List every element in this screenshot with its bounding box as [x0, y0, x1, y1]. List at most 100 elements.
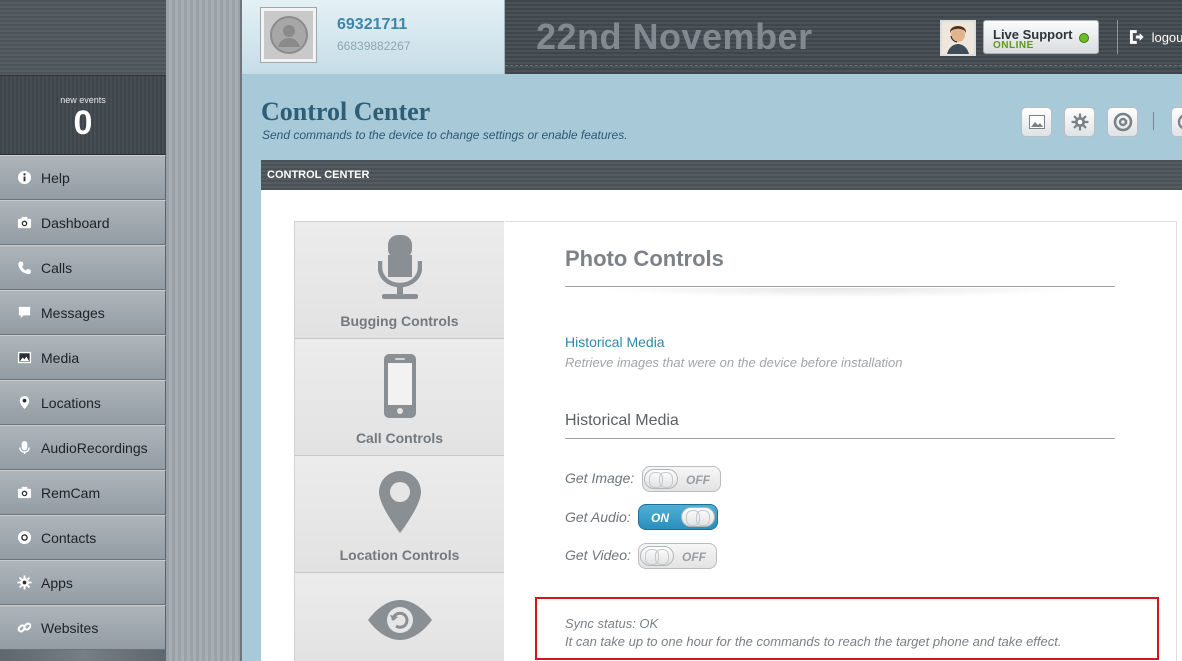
- logout-icon: [1129, 30, 1144, 44]
- gear-icon: [16, 575, 32, 591]
- sidebar-item-label: Contacts: [41, 529, 97, 546]
- sidebar-item-contacts[interactable]: Contacts: [0, 515, 166, 560]
- sidebar-item-label: Calls: [41, 259, 73, 276]
- toggle-state: OFF: [682, 550, 706, 564]
- avatar: [261, 8, 316, 62]
- get-video-label: Get Video:: [565, 547, 631, 563]
- image-icon: [16, 350, 32, 366]
- sync-status-text: Sync status: OK: [565, 616, 659, 631]
- sidebar-item-label: Media: [41, 349, 80, 366]
- control-panel: Bugging Controls Call Controls Location …: [261, 190, 1182, 661]
- sidebar-item-websites[interactable]: Websites: [0, 605, 166, 650]
- get-audio-toggle[interactable]: ON: [638, 504, 718, 530]
- get-image-toggle[interactable]: OFF: [642, 466, 721, 492]
- photo-controls-panel: Photo Controls Historical Media Retrieve…: [505, 221, 1177, 661]
- microphone-icon: [16, 440, 32, 456]
- toggle-knob: [644, 469, 678, 489]
- tab-label: Call Controls: [355, 430, 444, 446]
- toolbar-media-button[interactable]: [1021, 107, 1052, 137]
- historical-media-description: Retrieve images that were on the device …: [565, 355, 903, 370]
- brand-area: [0, 0, 166, 76]
- live-support-status: ONLINE: [993, 40, 1034, 51]
- logout-label: logout: [1151, 29, 1182, 45]
- sidebar-item-remcam[interactable]: RemCam: [0, 470, 166, 515]
- sidebar-item-locations[interactable]: Locations: [0, 380, 166, 425]
- device-phone-number: 69321711: [337, 16, 408, 33]
- live-support-box: Live Support ONLINE: [983, 20, 1099, 54]
- sidebar-item-label: Messages: [41, 304, 105, 321]
- location-pin-icon: [16, 395, 32, 411]
- tab-label: Bugging Controls: [340, 313, 459, 329]
- location-pin-icon: [295, 470, 504, 534]
- section-bar: CONTROL CENTER: [261, 160, 1182, 190]
- online-indicator-icon: [1079, 33, 1089, 43]
- link-icon: [16, 620, 32, 636]
- info-icon: [16, 170, 32, 186]
- subsection-divider: [565, 438, 1115, 439]
- sidebar-item-apps[interactable]: Apps: [0, 560, 166, 605]
- eye-refresh-icon: [295, 599, 504, 641]
- new-events-counter[interactable]: new events 0: [0, 76, 166, 155]
- camera-icon: [16, 215, 32, 231]
- tab-bugging-controls[interactable]: Bugging Controls: [295, 222, 504, 339]
- sidebar-item-messages[interactable]: Messages: [0, 290, 166, 335]
- sync-status-note: It can take up to one hour for the comma…: [565, 634, 1062, 649]
- sidebar-item-audiorecordings[interactable]: AudioRecordings: [0, 425, 166, 470]
- device-imei: 66839882267: [337, 39, 411, 53]
- logout-button[interactable]: logout: [1117, 20, 1182, 54]
- title-divider: [565, 286, 1115, 287]
- sidebar-item-label: Websites: [41, 619, 99, 636]
- toolbar-settings-button[interactable]: [1064, 107, 1095, 137]
- toggle-state: ON: [651, 511, 669, 525]
- contacts-icon: [16, 530, 32, 546]
- sidebar-item-label: Dashboard: [41, 214, 110, 231]
- top-header: 69321711 66839882267 22nd November Live …: [242, 0, 1182, 74]
- circle-icon: [1177, 114, 1182, 130]
- page-subtitle: Send commands to the device to change se…: [262, 128, 628, 142]
- image-icon: [1028, 115, 1045, 129]
- at-icon: [1113, 112, 1132, 132]
- current-date: 22nd November: [536, 16, 813, 57]
- live-support-button[interactable]: Live Support ONLINE: [940, 20, 1100, 56]
- historical-media-link[interactable]: Historical Media: [565, 334, 665, 350]
- toolbar-separator: [1153, 112, 1154, 130]
- sidebar-item-label: Locations: [41, 394, 101, 411]
- sidebar-nav: Help Dashboard Calls Messages Media Loca…: [0, 155, 166, 650]
- gear-icon: [1071, 113, 1088, 131]
- sidebar-item-help[interactable]: Help: [0, 155, 166, 200]
- tab-label: Location Controls: [339, 547, 460, 563]
- toolbar-email-button[interactable]: [1107, 107, 1138, 137]
- phone-icon: [16, 260, 32, 276]
- header-stitch-divider: [505, 65, 1182, 66]
- new-events-count: 0: [73, 104, 93, 142]
- sidebar-item-media[interactable]: Media: [0, 335, 166, 380]
- camera-icon: [16, 485, 32, 501]
- get-audio-label: Get Audio:: [565, 509, 631, 525]
- main-content: Control Center Send commands to the devi…: [242, 74, 1182, 661]
- toggle-state: OFF: [686, 473, 710, 487]
- control-tabs: Bugging Controls Call Controls Location …: [294, 221, 504, 661]
- microphone-icon: [295, 235, 504, 301]
- get-video-toggle[interactable]: OFF: [638, 543, 717, 569]
- toolbar-more-button[interactable]: [1171, 107, 1182, 137]
- tab-call-controls[interactable]: Call Controls: [295, 339, 504, 456]
- device-profile[interactable]: 69321711 66839882267: [242, 0, 505, 74]
- tab-spy-controls[interactable]: [295, 573, 504, 661]
- title-divider-shadow: [595, 288, 1085, 298]
- get-image-label: Get Image:: [565, 470, 635, 486]
- user-silhouette-icon: [269, 16, 308, 54]
- sync-status-box: Sync status: OK It can take up to one ho…: [535, 597, 1159, 660]
- sidebar-item-label: Apps: [41, 574, 73, 591]
- message-icon: [16, 305, 32, 321]
- mobile-phone-icon: [295, 353, 504, 419]
- sidebar-item-label: RemCam: [41, 484, 101, 501]
- tab-location-controls[interactable]: Location Controls: [295, 456, 504, 573]
- section-title: Photo Controls: [565, 246, 724, 271]
- toggle-knob: [640, 546, 674, 566]
- sidebar-item-calls[interactable]: Calls: [0, 245, 166, 290]
- sidebar-item-label: Help: [41, 169, 70, 186]
- page-title: Control Center: [261, 97, 431, 126]
- sidebar-item-label: AudioRecordings: [41, 439, 148, 456]
- sidebar-item-dashboard[interactable]: Dashboard: [0, 200, 166, 245]
- subsection-heading: Historical Media: [565, 412, 679, 429]
